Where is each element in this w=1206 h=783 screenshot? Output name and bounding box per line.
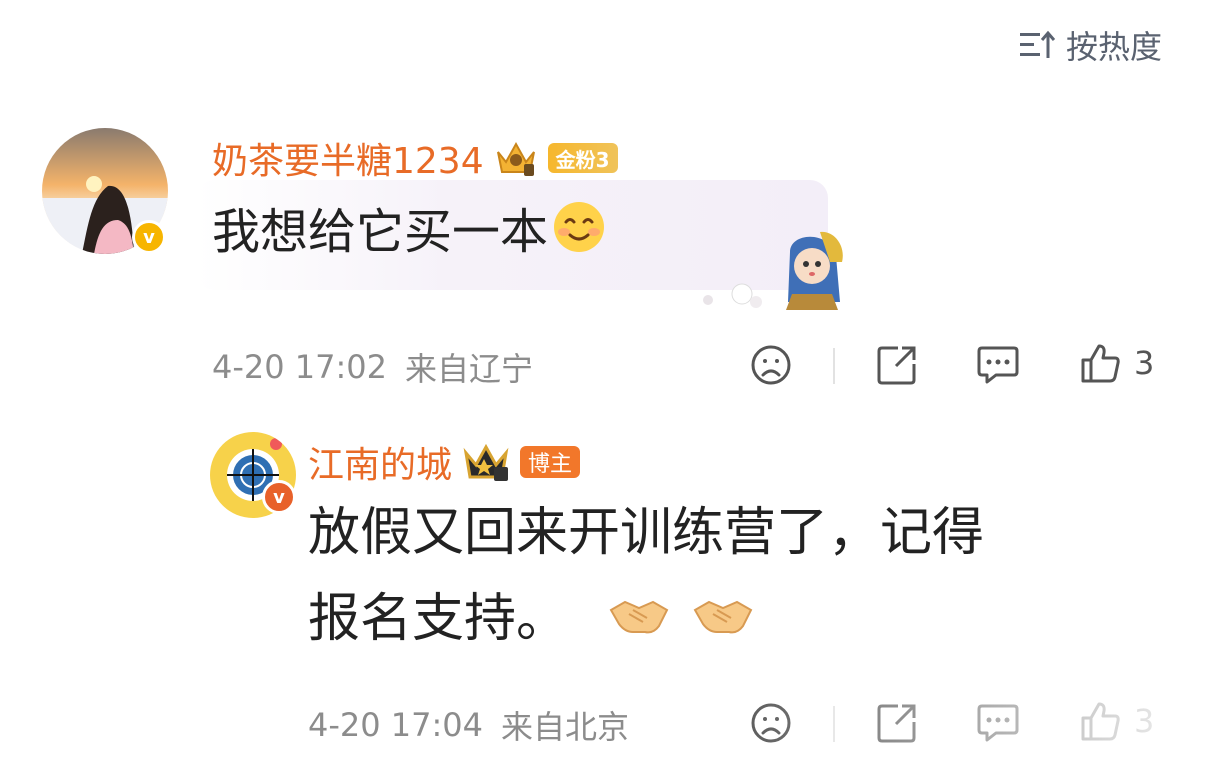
crown-icon	[494, 138, 538, 178]
divider	[833, 348, 835, 384]
reply-button[interactable]	[976, 702, 1020, 744]
comment-icon	[977, 704, 1019, 742]
sad-face-icon	[751, 703, 791, 743]
handshake-emoji-icon	[609, 586, 669, 634]
dislike-button[interactable]	[750, 344, 792, 386]
divider	[833, 706, 835, 742]
comment-icon	[977, 346, 1019, 384]
share-icon	[877, 704, 916, 743]
blogger-badge: 博主	[520, 446, 581, 478]
like-count: 3	[1134, 344, 1155, 382]
bubble-decoration-icon	[680, 222, 850, 310]
like-button[interactable]: 3	[1080, 342, 1154, 384]
dislike-button[interactable]	[750, 702, 792, 744]
username[interactable]: 江南的城	[308, 436, 452, 488]
sad-face-icon	[751, 345, 791, 385]
comment-text-line-2: 报名支持。	[308, 589, 569, 649]
comment-text-line-1: 放假又回来开训练营了，记得	[308, 503, 985, 563]
thumbs-up-icon	[1081, 702, 1120, 741]
comment-time: 4-20 17:02	[212, 348, 388, 386]
comment-item: v 江南的城 博主 放假又回来开训练营了，记得 报名支持。 4-20 17:04…	[0, 400, 1206, 783]
comment-item: v 奶茶要半糖1234 金粉3 我想给它买一本 4-20 17:02 来自辽宁 …	[0, 0, 1206, 400]
comment-location: 来自辽宁	[405, 350, 534, 388]
crown-icon	[462, 441, 510, 483]
smile-emoji-icon	[552, 200, 606, 254]
thumbs-up-icon	[1081, 344, 1120, 383]
share-icon	[877, 346, 916, 385]
username[interactable]: 奶茶要半糖1234	[212, 132, 484, 184]
verified-badge-icon: v	[132, 220, 166, 254]
reply-button[interactable]	[976, 344, 1020, 386]
comment-time: 4-20 17:04	[308, 706, 484, 744]
share-button[interactable]	[876, 702, 918, 744]
share-button[interactable]	[876, 344, 918, 386]
fan-level-badge: 金粉3	[547, 143, 618, 173]
comment-location: 来自北京	[501, 708, 630, 746]
comment-text: 我想给它买一本	[212, 204, 549, 260]
like-button[interactable]: 3	[1080, 700, 1154, 742]
handshake-emoji-icon	[693, 586, 753, 634]
verified-badge-icon: v	[262, 480, 296, 514]
like-count: 3	[1134, 702, 1155, 740]
